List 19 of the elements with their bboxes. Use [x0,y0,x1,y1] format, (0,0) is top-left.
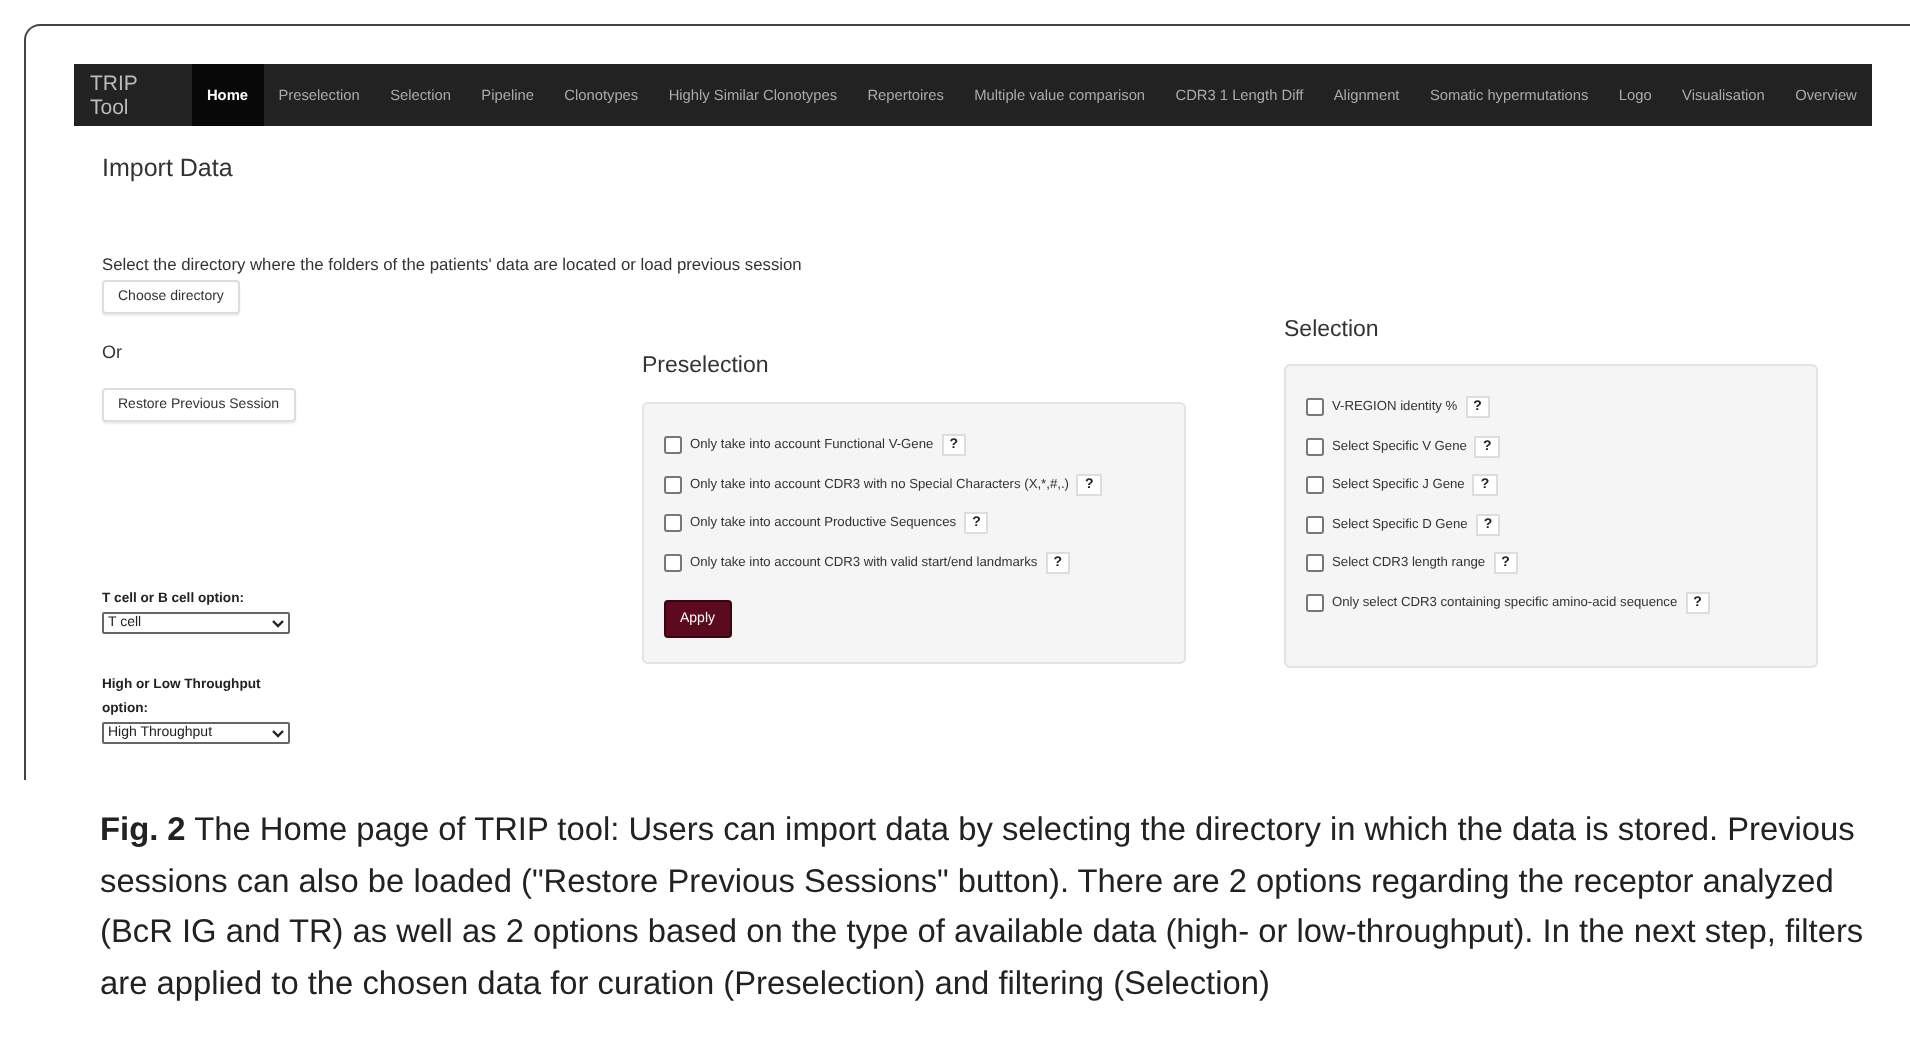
section-title: Selection [1284,318,1379,342]
instructions-text: Select the directory where the folders of the patients' data are located or load previous session [102,254,804,274]
checkbox[interactable] [1306,437,1324,456]
checkbox[interactable] [664,514,682,533]
checkbox[interactable] [1306,476,1324,495]
or-text: Or [102,342,122,362]
checkbox[interactable] [1306,515,1324,534]
section-title: Preselection [642,354,769,378]
checkbox[interactable] [664,475,682,494]
checkbox[interactable] [1306,593,1324,612]
checkbox[interactable] [1306,398,1324,417]
checkbox[interactable] [664,436,682,455]
caret-icon [272,619,284,627]
figure-caption: Fig. 2 The Home page of TRIP tool: Users can import data by selecting the directory in which the data is stored. Previous sessions can also be loaded ("Restore Previous Sessions" button). There are 2 options regarding the receptor analyzed (BcR IG and TR) as well as 2 options based on the type of available data (high- or low-throughput). In the next step, filters are applied to the chosen data for curation (Preselection) and filtering (Selection) [100,810,1866,1006]
checkbox[interactable] [664,553,682,572]
caret-icon [272,729,284,737]
page-title: Import Data [102,154,233,182]
checkbox[interactable] [1306,554,1324,573]
brand-link[interactable]: TRIP Tool [86,64,192,126]
